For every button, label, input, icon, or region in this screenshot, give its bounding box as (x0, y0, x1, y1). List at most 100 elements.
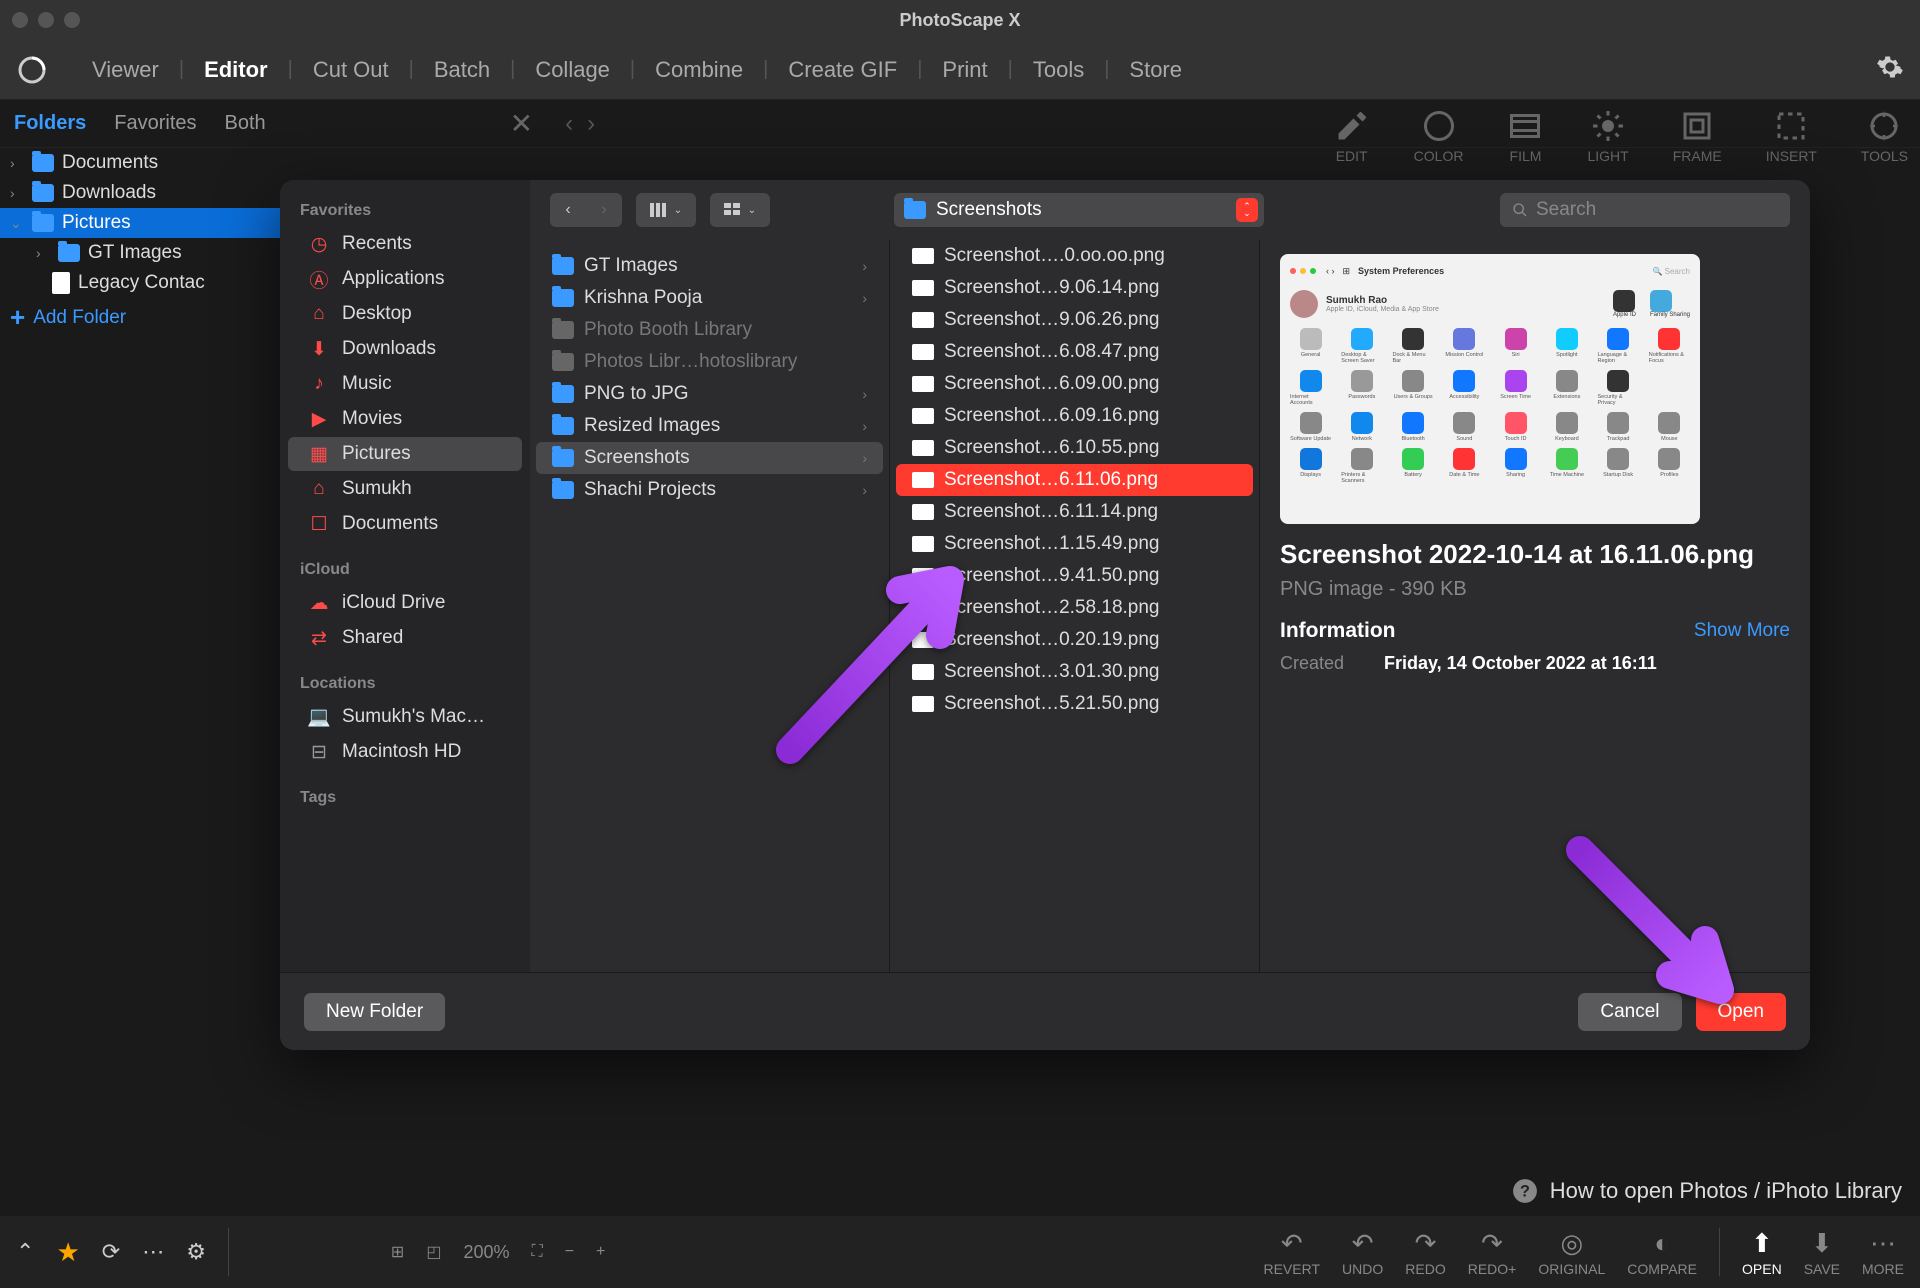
list-item[interactable]: Screenshot….0.oo.oo.png (896, 240, 1253, 272)
crop-icon[interactable]: ◰ (426, 1242, 441, 1262)
list-item[interactable]: Screenshot…1.15.49.png (896, 528, 1253, 560)
frame-tool[interactable]: FRAME (1673, 108, 1722, 164)
tab-editor[interactable]: Editor (184, 57, 288, 83)
gear-icon[interactable]: ⚙ (186, 1239, 206, 1265)
undo-button[interactable]: ↶UNDO (1342, 1228, 1383, 1277)
zoom-window[interactable] (64, 12, 80, 28)
list-item[interactable]: Screenshot…9.06.14.png (896, 272, 1253, 304)
list-item[interactable]: Screenshot…6.08.47.png (896, 336, 1253, 368)
close-icon[interactable]: ✕ (510, 107, 533, 140)
list-item[interactable]: Shachi Projects› (536, 474, 883, 506)
add-folder[interactable]: +Add Folder (0, 298, 280, 337)
tree-gtimages[interactable]: ›GT Images (0, 238, 280, 268)
light-tool[interactable]: LIGHT (1587, 108, 1628, 164)
tab-viewer[interactable]: Viewer (72, 57, 179, 83)
sidebar-documents[interactable]: ☐Documents (288, 507, 522, 541)
revert-button[interactable]: ↶REVERT (1263, 1228, 1320, 1277)
tools-tool[interactable]: TOOLS (1861, 108, 1908, 164)
tree-legacy[interactable]: Legacy Contac (0, 268, 280, 298)
tab-store[interactable]: Store (1109, 57, 1202, 83)
zoom-in-icon[interactable]: + (596, 1243, 605, 1261)
settings-gear-icon[interactable] (1876, 53, 1904, 86)
list-item[interactable]: PNG to JPG› (536, 378, 883, 410)
compare-button[interactable]: ◐COMPARE (1627, 1228, 1697, 1277)
sidebar-pictures[interactable]: ▦Pictures (288, 437, 522, 471)
sidebar-downloads[interactable]: ⬇Downloads (288, 332, 522, 366)
open-button[interactable]: Open (1696, 993, 1786, 1031)
tab-print[interactable]: Print (922, 57, 1007, 83)
tree-downloads[interactable]: ›Downloads (0, 178, 280, 208)
back-button[interactable]: ‹ (550, 193, 586, 227)
list-item[interactable]: Screenshot…9.41.50.png (896, 560, 1253, 592)
sidebar-shared[interactable]: ⇄Shared (288, 621, 522, 655)
sidebar-music[interactable]: ♪Music (288, 367, 522, 401)
list-item[interactable]: Screenshot…9.06.26.png (896, 304, 1253, 336)
sidebar-movies[interactable]: ▶Movies (288, 402, 522, 436)
cancel-button[interactable]: Cancel (1578, 993, 1681, 1031)
prev-arrow-icon[interactable]: ‹ (565, 110, 573, 138)
favorites-tab[interactable]: Favorites (110, 106, 200, 141)
list-item[interactable]: Screenshot…6.09.16.png (896, 400, 1253, 432)
list-item[interactable]: Resized Images› (536, 410, 883, 442)
grid-icon[interactable]: ⊞ (391, 1242, 404, 1262)
list-item[interactable]: Photos Libr…hotoslibrary (536, 346, 883, 378)
list-item[interactable]: GT Images› (536, 250, 883, 282)
color-tool[interactable]: COLOR (1414, 108, 1464, 164)
list-item-selected[interactable]: Screenshot…6.11.06.png (896, 464, 1253, 496)
list-item[interactable]: Screenshot…6.11.14.png (896, 496, 1253, 528)
minimize-window[interactable] (38, 12, 54, 28)
forward-button[interactable]: › (586, 193, 622, 227)
fit-icon[interactable]: ⛶ (532, 1243, 543, 1261)
tab-cutout[interactable]: Cut Out (293, 57, 409, 83)
group-button[interactable]: ⌄ (710, 193, 770, 227)
both-tab[interactable]: Both (221, 106, 270, 141)
tab-creategif[interactable]: Create GIF (768, 57, 917, 83)
close-window[interactable] (12, 12, 28, 28)
folders-tab[interactable]: Folders (10, 106, 90, 141)
list-item[interactable]: Screenshots› (536, 442, 883, 474)
list-item[interactable]: Screenshot…0.20.19.png (896, 624, 1253, 656)
original-button[interactable]: ◎ORIGINAL (1538, 1228, 1605, 1277)
view-mode-button[interactable]: ⌄ (636, 193, 696, 227)
star-icon[interactable]: ★ (56, 1237, 79, 1268)
zoom-level[interactable]: 200% (463, 1242, 509, 1263)
list-item[interactable]: Photo Booth Library (536, 314, 883, 346)
tab-batch[interactable]: Batch (414, 57, 510, 83)
save-button[interactable]: ⬇SAVE (1804, 1228, 1840, 1277)
list-item[interactable]: Screenshot…6.09.00.png (896, 368, 1253, 400)
tab-combine[interactable]: Combine (635, 57, 763, 83)
sidebar-applications[interactable]: ⒶApplications (288, 262, 522, 296)
next-arrow-icon[interactable]: › (587, 110, 595, 138)
redo-button[interactable]: ↷REDO (1405, 1228, 1445, 1277)
path-dropdown[interactable]: Screenshots ⌃⌄ (894, 193, 1264, 227)
refresh-icon[interactable]: ⟳ (102, 1239, 120, 1265)
tab-tools[interactable]: Tools (1013, 57, 1104, 83)
help-tip[interactable]: ? How to open Photos / iPhoto Library (1512, 1178, 1902, 1204)
expand-up-icon[interactable]: ⌃ (16, 1239, 34, 1265)
tree-documents[interactable]: ›Documents (0, 148, 280, 178)
tab-collage[interactable]: Collage (515, 57, 630, 83)
search-input[interactable]: Search (1500, 193, 1790, 227)
sidebar-desktop[interactable]: ⌂Desktop (288, 297, 522, 331)
open-button[interactable]: ⬆OPEN (1742, 1228, 1782, 1277)
more-button[interactable]: ⋯MORE (1862, 1228, 1904, 1277)
edit-tool[interactable]: EDIT (1334, 108, 1370, 164)
list-item[interactable]: Krishna Pooja› (536, 282, 883, 314)
list-item[interactable]: Screenshot…6.10.55.png (896, 432, 1253, 464)
insert-tool[interactable]: INSERT (1766, 108, 1817, 164)
sidebar-home[interactable]: ⌂Sumukh (288, 472, 522, 506)
list-item[interactable]: Screenshot…3.01.30.png (896, 656, 1253, 688)
sidebar-recents[interactable]: ◷Recents (288, 227, 522, 261)
list-item[interactable]: Screenshot…2.58.18.png (896, 592, 1253, 624)
zoom-out-icon[interactable]: − (565, 1243, 574, 1261)
redo-plus-button[interactable]: ↷REDO+ (1468, 1228, 1517, 1277)
tree-pictures[interactable]: ⌄Pictures (0, 208, 280, 238)
sidebar-mac[interactable]: 💻Sumukh's Mac… (288, 700, 522, 734)
more-dots-icon[interactable]: ⋯ (142, 1239, 164, 1265)
new-folder-button[interactable]: New Folder (304, 993, 445, 1031)
film-tool[interactable]: FILM (1507, 108, 1543, 164)
sidebar-disk[interactable]: ⊟Macintosh HD (288, 735, 522, 769)
show-more-link[interactable]: Show More (1694, 620, 1790, 642)
sidebar-icloud[interactable]: ☁iCloud Drive (288, 586, 522, 620)
list-item[interactable]: Screenshot…5.21.50.png (896, 688, 1253, 720)
